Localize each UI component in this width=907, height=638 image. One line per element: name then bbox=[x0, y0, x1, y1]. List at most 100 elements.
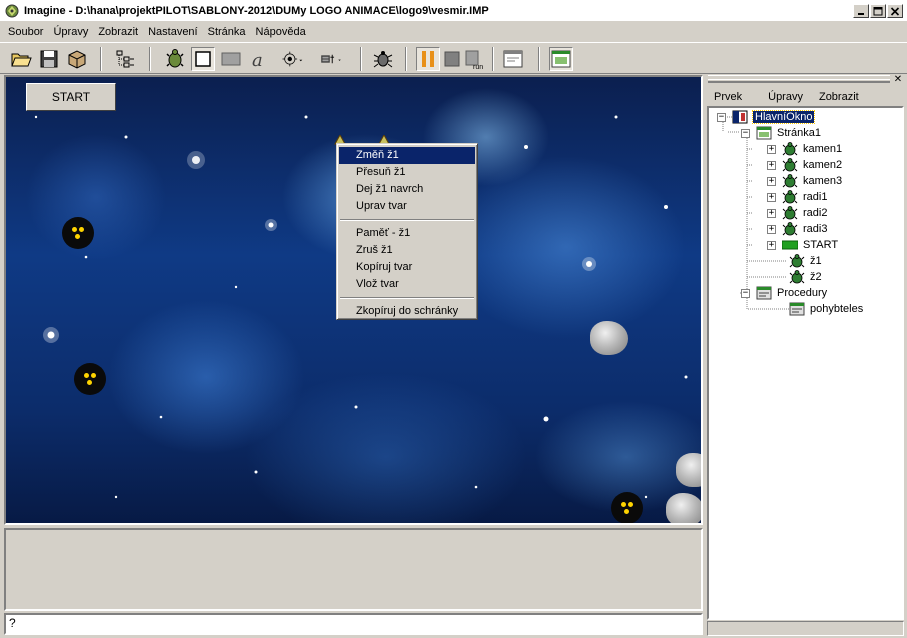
title-bar: Imagine - D:\hana\projektPILOT\SABLONY-2… bbox=[0, 0, 907, 22]
ctx-move-z1[interactable]: Přesuň ž1 bbox=[339, 164, 475, 181]
ctx-edit-shape[interactable]: Uprav tvar bbox=[339, 198, 475, 215]
stop-button[interactable] bbox=[440, 47, 464, 71]
turtle-icon bbox=[782, 158, 798, 172]
menu-zobrazit[interactable]: Zobrazit bbox=[93, 26, 143, 38]
turtle-icon bbox=[782, 206, 798, 220]
package-button[interactable] bbox=[65, 47, 89, 71]
tree-item-start[interactable]: + START bbox=[767, 237, 838, 253]
object-tree: − HlavníOkno − Stránka1 + kamen1 + kamen… bbox=[707, 106, 904, 620]
expand-icon[interactable]: + bbox=[767, 224, 776, 234]
tree-view-button[interactable] bbox=[113, 47, 137, 71]
panel-menu-zobrazit[interactable]: Zobrazit bbox=[811, 91, 867, 103]
tree-item-kamen2[interactable]: + kamen2 bbox=[767, 157, 842, 173]
ctx-copy-to-clipboard[interactable]: Zkopíruj do schránky bbox=[339, 303, 475, 320]
save-button[interactable] bbox=[37, 47, 61, 71]
close-button[interactable] bbox=[887, 4, 903, 18]
collapse-icon[interactable]: − bbox=[717, 112, 726, 122]
window-icon bbox=[732, 110, 748, 124]
ctx-memory-z1[interactable]: Paměť - ž1 bbox=[339, 225, 475, 242]
radi3-turtle[interactable] bbox=[611, 492, 643, 523]
page-icon bbox=[756, 126, 772, 140]
tree-item-pohybteles[interactable]: pohybteles bbox=[789, 301, 863, 317]
minimize-icon bbox=[858, 12, 864, 15]
debug-button[interactable] bbox=[371, 47, 395, 71]
output-area[interactable] bbox=[4, 528, 703, 611]
new-turtle-button[interactable] bbox=[163, 47, 187, 71]
run-button[interactable]: run bbox=[463, 47, 487, 71]
expand-icon[interactable]: + bbox=[767, 208, 776, 218]
tree-item-kamen1[interactable]: + kamen1 bbox=[767, 141, 842, 157]
svg-text:a: a bbox=[252, 50, 263, 70]
stop-icon bbox=[444, 51, 460, 67]
minimize-button[interactable] bbox=[853, 4, 869, 18]
tree-item-radi1[interactable]: + radi1 bbox=[767, 189, 827, 205]
turtle-icon bbox=[782, 142, 798, 156]
tree-item-kamen3[interactable]: + kamen3 bbox=[767, 173, 842, 189]
text-button[interactable]: a bbox=[247, 47, 271, 71]
tree-view-icon bbox=[116, 50, 134, 68]
open-icon bbox=[11, 53, 32, 67]
slider-button[interactable] bbox=[277, 47, 307, 71]
panel-menu-bar: Prvek Úpravy Zobrazit bbox=[706, 88, 905, 106]
procedure-icon bbox=[789, 302, 805, 316]
turtle-icon bbox=[166, 49, 184, 68]
kamen1-turtle[interactable] bbox=[590, 321, 628, 355]
turtle-icon bbox=[782, 174, 798, 188]
collapse-icon[interactable]: − bbox=[741, 128, 750, 138]
kamen3-turtle[interactable] bbox=[666, 493, 701, 523]
command-line-input[interactable]: ? bbox=[4, 613, 703, 635]
expand-icon[interactable]: + bbox=[767, 144, 776, 154]
menu-widget-button[interactable] bbox=[313, 47, 349, 71]
run-icon: run bbox=[465, 50, 483, 70]
package-icon bbox=[68, 50, 86, 69]
tree-item-z2[interactable]: ž2 bbox=[789, 269, 822, 285]
radi1-turtle[interactable] bbox=[62, 217, 94, 249]
start-button[interactable]: START bbox=[26, 83, 116, 111]
rectangle-button[interactable] bbox=[219, 47, 243, 71]
ctx-change-z1[interactable]: Změň ž1 bbox=[339, 147, 475, 164]
expand-icon[interactable]: + bbox=[767, 160, 776, 170]
frame-button[interactable] bbox=[191, 47, 215, 71]
close-icon bbox=[890, 6, 900, 16]
turtle-icon bbox=[782, 222, 798, 236]
window-button[interactable] bbox=[501, 47, 525, 71]
menu-stranka[interactable]: Stránka bbox=[203, 26, 251, 38]
window-icon bbox=[503, 50, 523, 68]
tree-item-radi2[interactable]: + radi2 bbox=[767, 205, 827, 221]
ctx-separator bbox=[340, 297, 474, 299]
menu-nastaveni[interactable]: Nastavení bbox=[143, 26, 203, 38]
window-title: Imagine - D:\hana\projektPILOT\SABLONY-2… bbox=[24, 4, 489, 17]
pause-icon bbox=[422, 51, 434, 67]
menu-soubor[interactable]: Soubor bbox=[3, 26, 48, 38]
collapse-icon[interactable]: − bbox=[741, 288, 750, 298]
ctx-copy-shape[interactable]: Kopíruj tvar bbox=[339, 259, 475, 276]
expand-icon[interactable]: + bbox=[767, 176, 776, 186]
open-button[interactable] bbox=[9, 47, 33, 71]
imagine-app-icon[interactable] bbox=[4, 3, 20, 19]
panel-grip[interactable] bbox=[708, 75, 890, 83]
expand-icon[interactable]: + bbox=[767, 192, 776, 202]
ctx-separator bbox=[340, 219, 474, 221]
menu-napoveda[interactable]: Nápověda bbox=[251, 26, 311, 38]
panel-menu-upravy[interactable]: Úpravy bbox=[760, 91, 811, 103]
ctx-delete-z1[interactable]: Zruš ž1 bbox=[339, 242, 475, 259]
kamen2-turtle[interactable] bbox=[676, 453, 701, 487]
ctx-paste-shape[interactable]: Vlož tvar bbox=[339, 276, 475, 293]
tree-item-procedury[interactable]: − Procedury bbox=[741, 285, 827, 301]
bug-icon bbox=[373, 51, 393, 68]
ctx-bring-to-front[interactable]: Dej ž1 navrch bbox=[339, 181, 475, 198]
panel-menu-prvek[interactable]: Prvek bbox=[706, 91, 750, 103]
page-button[interactable] bbox=[549, 47, 573, 71]
toolbar: a run bbox=[0, 42, 907, 74]
menu-upravy[interactable]: Úpravy bbox=[48, 26, 93, 38]
maximize-button[interactable] bbox=[870, 4, 886, 18]
expand-icon[interactable]: + bbox=[767, 240, 776, 250]
pause-button[interactable] bbox=[416, 47, 440, 71]
tree-item-stranka1[interactable]: − Stránka1 bbox=[741, 125, 821, 141]
tree-item-radi3[interactable]: + radi3 bbox=[767, 221, 827, 237]
radi2-turtle[interactable] bbox=[74, 363, 106, 395]
tree-item-hlavniokno[interactable]: − HlavníOkno bbox=[717, 109, 816, 125]
tree-item-z1[interactable]: ž1 bbox=[789, 253, 822, 269]
page-icon bbox=[551, 50, 571, 68]
panel-close-icon[interactable]: ✕ bbox=[892, 75, 904, 86]
